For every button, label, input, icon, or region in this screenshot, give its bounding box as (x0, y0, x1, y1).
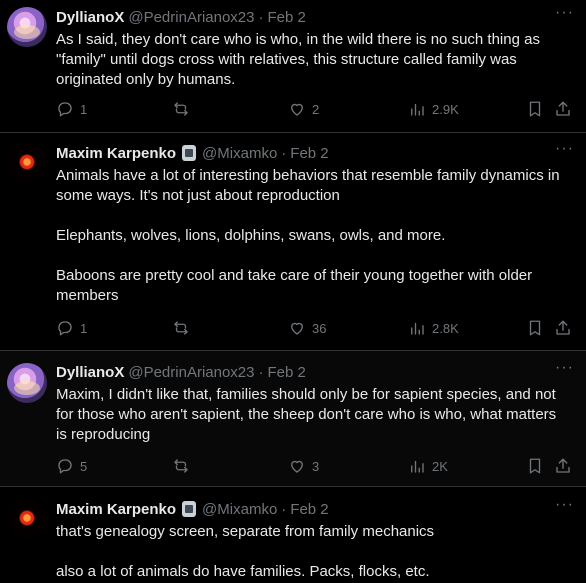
action-bar: 1 36 2.8K (56, 319, 576, 339)
view-count: 2K (432, 458, 448, 474)
views-button[interactable]: 2.8K (408, 319, 459, 337)
heart-icon (291, 460, 303, 473)
like-button[interactable]: 36 (288, 319, 326, 337)
heart-icon (291, 103, 303, 116)
tweet-header: Maxim Karpenko @Mixamko · Feb 2 (56, 143, 329, 163)
more-options-icon[interactable]: ··· (555, 5, 574, 21)
views-icon (411, 103, 424, 116)
reply-icon (58, 459, 72, 474)
share-icon (556, 458, 570, 473)
share-button[interactable] (554, 319, 572, 337)
like-button[interactable]: 2 (288, 100, 319, 118)
author-handle[interactable]: @Mixamko (202, 145, 277, 162)
tweet-header: DyllianoX @PedrinArianox23 · Feb 2 (56, 362, 306, 382)
views-button[interactable]: 2K (408, 457, 448, 475)
tweet-paragraph: that's genealogy screen, separate from f… (56, 523, 435, 540)
tweet-paragraph: Elephants, wolves, lions, dolphins, swan… (56, 227, 446, 244)
tweet-paragraph: Maxim, I didn't like that, families shou… (56, 386, 557, 443)
share-button[interactable] (554, 100, 572, 118)
retweet-button[interactable] (172, 457, 190, 475)
tweet[interactable]: Maxim Karpenko @Mixamko · Feb 2 ··· Anim… (0, 132, 586, 350)
more-options-icon[interactable]: ··· (555, 497, 574, 513)
action-bar: 5 3 2K (56, 457, 576, 477)
author-handle[interactable]: @PedrinArianox23 (128, 364, 254, 381)
tweet[interactable]: DyllianoX @PedrinArianox23 · Feb 2 ··· A… (0, 0, 586, 132)
like-count: 3 (312, 458, 320, 474)
like-count: 36 (312, 320, 327, 336)
avatar[interactable] (7, 143, 47, 183)
more-options-icon[interactable]: ··· (555, 141, 574, 157)
view-count: 2.8K (432, 320, 459, 336)
tweet-text: Animals have a lot of interesting behavi… (56, 166, 571, 306)
author-name[interactable]: DyllianoX (56, 364, 124, 381)
bookmark-icon (529, 458, 541, 474)
reply-button[interactable]: 5 (56, 457, 87, 475)
views-icon (411, 460, 424, 473)
bookmark-button[interactable] (526, 457, 544, 475)
share-icon (556, 320, 570, 335)
avatar[interactable] (7, 7, 47, 47)
view-count: 2.9K (432, 101, 459, 117)
verified-badge-icon (182, 501, 197, 517)
tweet[interactable]: DyllianoX @PedrinArianox23 · Feb 2 ··· M… (0, 350, 586, 486)
retweet-button[interactable] (172, 319, 190, 337)
bookmark-button[interactable] (526, 319, 544, 337)
reply-icon (58, 321, 72, 336)
tweet-date[interactable]: Feb 2 (268, 9, 306, 26)
tweet-date[interactable]: Feb 2 (290, 501, 328, 518)
tweet-text: that's genealogy screen, separate from f… (56, 522, 571, 582)
tweet-text: As I said, they don't care who is who, i… (56, 30, 571, 90)
retweet-button[interactable] (172, 100, 190, 118)
tweet-date[interactable]: Feb 2 (290, 145, 328, 162)
reply-button[interactable]: 1 (56, 100, 87, 118)
bookmark-icon (529, 320, 541, 336)
heart-icon (291, 322, 303, 335)
avatar[interactable] (7, 499, 47, 539)
bookmark-button[interactable] (526, 100, 544, 118)
retweet-icon (174, 321, 188, 335)
avatar[interactable] (7, 363, 47, 403)
like-button[interactable]: 3 (288, 457, 319, 475)
tweet[interactable]: Maxim Karpenko @Mixamko · Feb 2 ··· that… (0, 486, 586, 583)
author-name[interactable]: Maxim Karpenko (56, 501, 176, 518)
views-button[interactable]: 2.9K (408, 100, 459, 118)
retweet-icon (174, 459, 188, 473)
reply-button[interactable]: 1 (56, 319, 87, 337)
separator: · (258, 363, 264, 381)
like-count: 2 (312, 101, 320, 117)
action-bar: 1 2 2.9K (56, 100, 576, 120)
reply-count: 1 (80, 320, 88, 336)
reply-icon (58, 102, 72, 117)
separator: · (258, 8, 264, 26)
tweet-paragraph: Animals have a lot of interesting behavi… (56, 167, 560, 204)
tweet-paragraph: As I said, they don't care who is who, i… (56, 31, 540, 88)
author-name[interactable]: Maxim Karpenko (56, 145, 176, 162)
author-handle[interactable]: @PedrinArianox23 (128, 9, 254, 26)
reply-count: 5 (80, 458, 88, 474)
retweet-icon (174, 102, 188, 116)
tweet-header: DyllianoX @PedrinArianox23 · Feb 2 (56, 7, 306, 27)
tweet-header: Maxim Karpenko @Mixamko · Feb 2 (56, 499, 329, 519)
share-icon (556, 101, 570, 116)
author-name[interactable]: DyllianoX (56, 9, 124, 26)
views-icon (411, 322, 424, 335)
author-handle[interactable]: @Mixamko (202, 501, 277, 518)
bookmark-icon (529, 101, 541, 117)
separator: · (281, 500, 287, 518)
separator: · (281, 144, 287, 162)
tweet-text: Maxim, I didn't like that, families shou… (56, 385, 571, 445)
more-options-icon[interactable]: ··· (555, 360, 574, 376)
reply-count: 1 (80, 101, 88, 117)
verified-badge-icon (182, 145, 197, 161)
tweet-paragraph: also a lot of animals do have families. … (56, 563, 430, 580)
tweet-date[interactable]: Feb 2 (268, 364, 306, 381)
tweet-paragraph: Baboons are pretty cool and take care of… (56, 267, 533, 304)
share-button[interactable] (554, 457, 572, 475)
